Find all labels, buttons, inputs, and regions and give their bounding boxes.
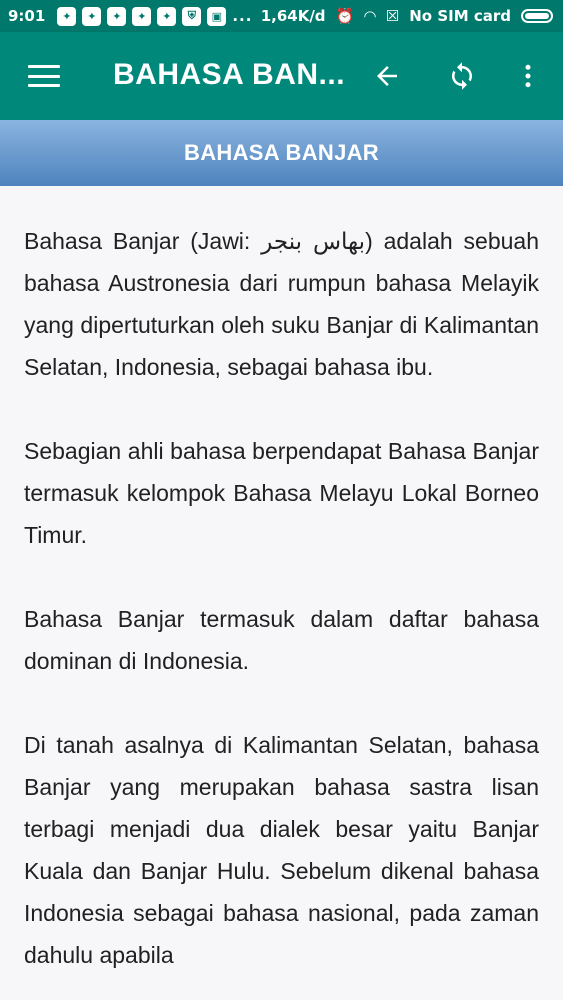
notification-icon: ✦ xyxy=(82,6,102,26)
battery-icon xyxy=(521,9,553,23)
notification-icon: ✦ xyxy=(132,6,152,26)
wifi-icon: ◠ xyxy=(364,7,376,25)
train-icon: ▣ xyxy=(207,6,227,26)
article-paragraph: Sebagian ahli bahasa berpendapat Bahasa … xyxy=(24,438,539,548)
sim-icon: ☒ xyxy=(385,7,400,25)
more-notifications-indicator: ... xyxy=(232,7,253,25)
notification-icon: ✦ xyxy=(57,6,77,26)
section-title: BAHASA BANJAR xyxy=(184,140,379,165)
status-time: 9:01 xyxy=(8,7,46,25)
article-paragraph: Bahasa Banjar termasuk dalam daftar baha… xyxy=(24,606,539,674)
notification-icon: ✦ xyxy=(107,6,127,26)
article-content[interactable]: Bahasa Banjar (Jawi: بهاس بنجر) adalah s… xyxy=(0,186,563,1000)
more-vert-icon[interactable] xyxy=(508,56,548,96)
network-speed: 1,64K/d xyxy=(260,7,326,25)
shield-icon: ⛨ xyxy=(182,6,202,26)
refresh-icon[interactable] xyxy=(442,56,482,96)
section-header: BAHASA BANJAR xyxy=(0,120,563,186)
article-paragraph: Bahasa Banjar (Jawi: بهاس بنجر) adalah s… xyxy=(24,228,540,380)
menu-icon[interactable] xyxy=(28,65,60,87)
app-toolbar: BAHASA BAN... xyxy=(0,32,563,120)
status-bar: 9:01 ✦ ✦ ✦ ✦ ✦ ⛨ ▣ ... 1,64K/d ⏰ ◠ ☒ No … xyxy=(0,0,563,32)
article-paragraph: Di tanah asalnya di Kalimantan Selatan, … xyxy=(24,732,539,968)
sim-status: No SIM card xyxy=(409,7,511,25)
page-title: BAHASA BAN... xyxy=(113,58,346,91)
notification-icon: ✦ xyxy=(157,6,177,26)
arrow-back-icon[interactable] xyxy=(367,56,407,96)
alarm-icon: ⏰ xyxy=(335,7,355,25)
